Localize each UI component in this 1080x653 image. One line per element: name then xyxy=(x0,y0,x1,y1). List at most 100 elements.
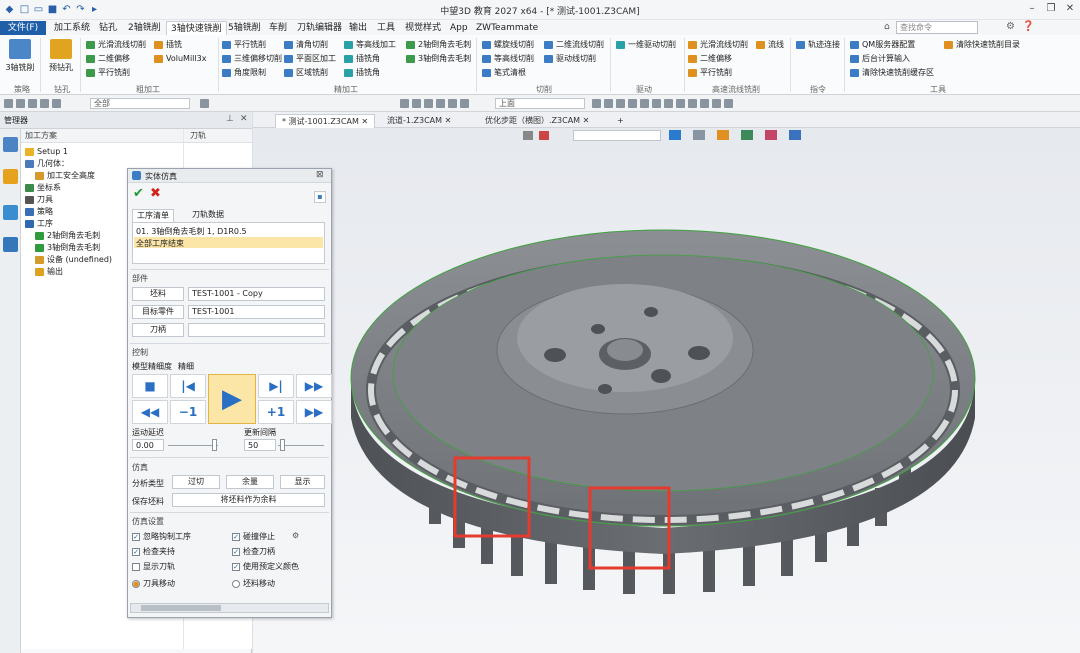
plunge-corner-2-button[interactable]: 插铣角 xyxy=(344,67,380,79)
3axis-mill-button[interactable]: 3轴铣削 xyxy=(3,39,37,73)
pin-dialog-icon[interactable]: ▪ xyxy=(314,191,326,203)
drive-line-button[interactable]: 驱动线切削 xyxy=(544,53,596,65)
tree-item-machine[interactable]: 设备 (undefined) xyxy=(35,254,112,266)
measure-icon[interactable] xyxy=(724,99,733,108)
holder-field[interactable] xyxy=(188,323,325,337)
close-panel-icon[interactable]: ✕ xyxy=(240,114,248,124)
update-interval-spinner[interactable]: 50 xyxy=(244,439,276,451)
filter-icon[interactable] xyxy=(16,99,25,108)
dialog-scrollbar[interactable] xyxy=(130,603,329,613)
parallel-rough-button[interactable]: 平行铣削 xyxy=(86,67,130,79)
help-icon[interactable]: ❓ xyxy=(1022,21,1034,32)
check-holder-checkbox[interactable]: ✓ 检查刀柄 xyxy=(232,547,275,557)
cam-plan-icon[interactable] xyxy=(3,137,18,152)
show-toolpath-checkbox[interactable]: 显示刀轨 xyxy=(132,562,175,572)
ellipse-icon[interactable] xyxy=(652,99,661,108)
z-level-button[interactable]: 等高线加工 xyxy=(344,39,396,51)
qm-server-button[interactable]: QM服务器配置 xyxy=(850,39,915,51)
menu-5axis[interactable]: 5轴铣削 xyxy=(224,21,265,35)
save-as-stock-button[interactable]: 将坯料作为余料 xyxy=(172,493,325,507)
tab-operation-list[interactable]: 工序清单 xyxy=(132,209,174,222)
angle-icon[interactable] xyxy=(616,99,625,108)
menu-visual-style[interactable]: 视觉样式 xyxy=(401,21,445,35)
operation-list-item[interactable]: 01. 3轴倒角去毛刺 1, D1R0.5 xyxy=(136,226,247,237)
fast-forward-end-button[interactable]: ▶▶ xyxy=(296,374,332,398)
hs-smooth-flow-button[interactable]: 光滑流线切削 xyxy=(688,39,748,51)
part-model[interactable] xyxy=(253,128,1080,653)
menu-zwteammate[interactable]: ZWTeammate xyxy=(472,21,542,35)
line-tool-icon[interactable] xyxy=(592,99,601,108)
arc-icon[interactable] xyxy=(448,99,457,108)
pencil-clean-button[interactable]: 笔式清根 xyxy=(482,67,526,79)
contour-cut-button[interactable]: 等高线切削 xyxy=(482,53,534,65)
view-manager-icon[interactable] xyxy=(3,205,18,220)
center-icon[interactable] xyxy=(460,99,469,108)
menu-drill[interactable]: 钻孔 xyxy=(95,21,121,35)
select-icon[interactable] xyxy=(4,99,13,108)
rewind-button[interactable]: ◀◀ xyxy=(132,400,168,424)
minimize-button[interactable]: – xyxy=(1024,3,1040,17)
tree-item-csys[interactable]: 坐标系 xyxy=(25,182,61,194)
menu-turning[interactable]: 车削 xyxy=(265,21,291,35)
predefined-color-checkbox[interactable]: ✓ 使用预定义颜色 xyxy=(232,562,299,572)
menu-toolpath-editor[interactable]: 刀轨编辑器 xyxy=(293,21,346,35)
tree-item-output[interactable]: 输出 xyxy=(35,266,63,278)
polyline-icon[interactable] xyxy=(604,99,613,108)
line-icon[interactable] xyxy=(40,99,49,108)
ok-icon[interactable]: ✔ xyxy=(133,186,144,201)
user-icon[interactable] xyxy=(3,237,18,252)
trim-icon[interactable] xyxy=(700,99,709,108)
residual-button[interactable]: 余量 xyxy=(226,475,274,489)
hatch-icon[interactable] xyxy=(712,99,721,108)
volumill-button[interactable]: VoluMill3x xyxy=(154,53,206,65)
flat-area-button[interactable]: 平面区加工 xyxy=(284,53,336,65)
operation-list-item-selected[interactable]: 全部工序结束 xyxy=(136,238,184,249)
go-start-button[interactable]: ■ xyxy=(132,374,168,398)
motion-delay-slider[interactable] xyxy=(212,439,217,451)
smooth-flow-rough-button[interactable]: 光滑流线切削 xyxy=(86,39,146,51)
step-plus-button[interactable]: +1 xyxy=(258,400,294,424)
menu-3axis-fast[interactable]: 3轴快速铣削 xyxy=(166,21,227,35)
hs-parallel-button[interactable]: 平行铣削 xyxy=(688,67,732,79)
3d-viewport[interactable] xyxy=(253,128,1080,653)
1d-drive-button[interactable]: 一维驱动切削 xyxy=(616,39,676,51)
collision-settings-icon[interactable]: ⚙ xyxy=(292,531,299,540)
parallel-finish-button[interactable]: 平行铣削 xyxy=(222,39,266,51)
3axis-deburr-button[interactable]: 3轴倒角去毛刺 xyxy=(406,53,471,65)
pick-icon[interactable] xyxy=(28,99,37,108)
cancel-icon[interactable]: ✖ xyxy=(150,186,161,201)
hs-2d-offset-button[interactable]: 二维偏移 xyxy=(688,53,732,65)
step-end-button[interactable]: ▶| xyxy=(258,374,294,398)
step-back-start-button[interactable]: |◀ xyxy=(170,374,206,398)
snap-icon[interactable] xyxy=(52,99,61,108)
stock-field[interactable]: TEST-1001 - Copy xyxy=(188,287,325,301)
view-icon[interactable] xyxy=(200,99,209,108)
tree-item-op-2axis-deburr[interactable]: 2轴倒角去毛刺 xyxy=(35,230,100,242)
tree-item-tools[interactable]: 刀具 xyxy=(25,194,53,206)
collapse-ribbon-icon[interactable]: ⌂ xyxy=(884,22,890,32)
tree-item-setup[interactable]: Setup 1 xyxy=(25,146,68,158)
motion-delay-spinner[interactable]: 0.00 xyxy=(132,439,164,451)
tree-item-geometry[interactable]: 几何体： xyxy=(25,158,69,170)
path-connect-button[interactable]: 轨迹连接 xyxy=(796,39,840,51)
tangent-icon[interactable] xyxy=(664,99,673,108)
step-minus-button[interactable]: −1 xyxy=(170,400,206,424)
2axis-deburr-button[interactable]: 2轴倒角去毛刺 xyxy=(406,39,471,51)
overcut-button[interactable]: 过切 xyxy=(172,475,220,489)
background-calc-button[interactable]: 后台计算输入 xyxy=(850,53,910,65)
menu-output[interactable]: 输出 xyxy=(345,21,371,35)
stock-move-radio[interactable]: 坯料移动 xyxy=(232,579,275,589)
circle-icon[interactable] xyxy=(436,99,445,108)
tree-item-op-3axis-deburr[interactable]: 3轴倒角去毛刺 xyxy=(35,242,100,254)
collision-stop-checkbox[interactable]: ✓ 碰撞停止 xyxy=(232,532,275,542)
target-part-field[interactable]: TEST-1001 xyxy=(188,305,325,319)
precision-select[interactable]: 精细 xyxy=(178,361,194,372)
tab-runner[interactable]: 流道-1.Z3CAM ✕ xyxy=(381,114,457,128)
command-search-input[interactable]: 查找命令 xyxy=(896,21,978,34)
2d-offset-rough-button[interactable]: 二维偏移 xyxy=(86,53,130,65)
spiral-cut-button[interactable]: 螺旋线切削 xyxy=(482,39,534,51)
tree-item-strategy[interactable]: 策略 xyxy=(25,206,53,218)
tab-test-1001[interactable]: * 测试-1001.Z3CAM ✕ xyxy=(275,114,376,128)
fast-forward-button[interactable]: ▶▶ xyxy=(296,400,332,424)
stock-button[interactable]: 坯料 xyxy=(132,287,184,301)
